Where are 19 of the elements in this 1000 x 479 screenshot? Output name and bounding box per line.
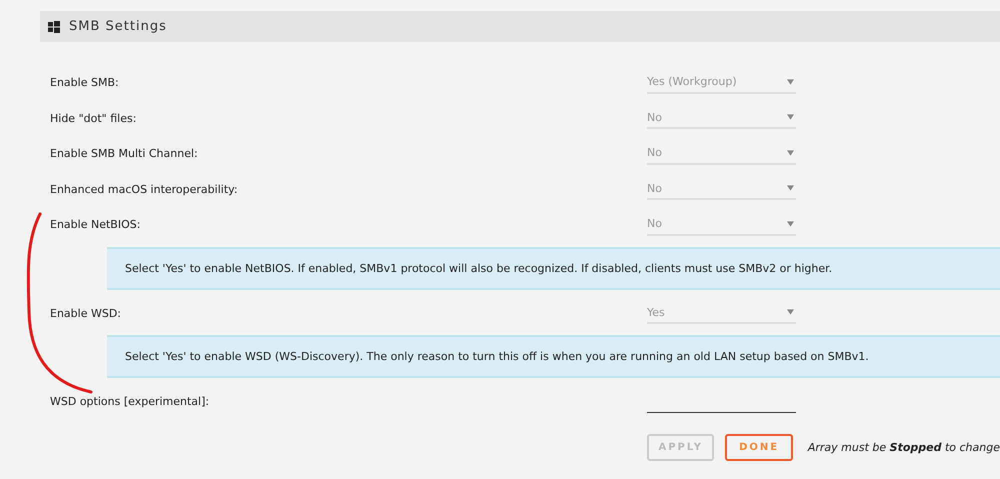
caret-icon xyxy=(787,114,794,120)
caret-icon xyxy=(787,78,794,85)
status-note: Array must be Stopped to change xyxy=(808,440,1000,454)
caret-icon xyxy=(787,309,794,316)
setting-label: Enable NetBIOS: xyxy=(50,218,142,232)
setting-label: Enable SMB: xyxy=(50,76,120,90)
help-text: Select 'Yes' to enable NetBIOS. If enabled, SMBv1 protocol will also be recognized. If disabled, clients must use SMBv2 or higher. xyxy=(107,246,1000,290)
caret-icon xyxy=(787,185,794,192)
setting-label: Enable SMB Multi Channel: xyxy=(50,147,199,160)
caret-icon xyxy=(787,150,794,156)
setting-label: Enable WSD: xyxy=(50,306,122,320)
section-title: SMB Settings xyxy=(69,19,167,34)
help-text: Select 'Yes' to enable WSD (WS-Discovery). The only reason to turn this off is when you are running an old LAN setup based on SMBv1. xyxy=(107,335,1000,378)
caret-icon xyxy=(787,220,794,227)
setting-label: WSD options [experimental]: xyxy=(50,395,210,408)
setting-label: Hide "dot" files: xyxy=(50,112,138,125)
done-button[interactable]: DONE xyxy=(725,434,793,460)
windows-icon xyxy=(48,20,60,32)
setting-label: Enhanced macOS interoperability: xyxy=(50,182,239,196)
